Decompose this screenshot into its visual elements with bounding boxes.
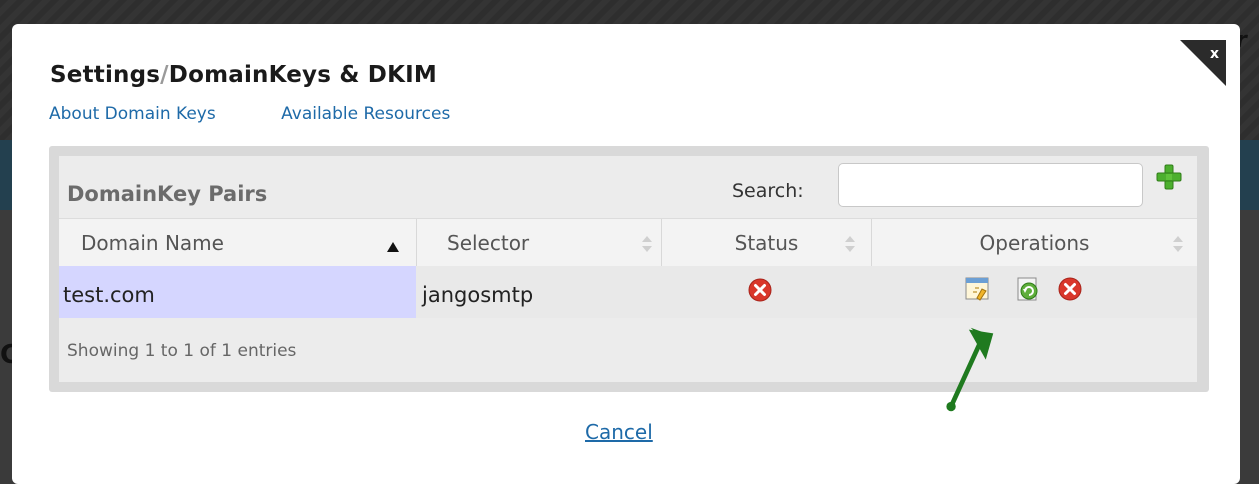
column-header-status[interactable]: Status [661,219,871,267]
cancel-link[interactable]: Cancel [585,420,653,444]
search-input[interactable] [838,163,1143,207]
sort-icon [1173,236,1183,252]
column-label: Selector [447,231,530,255]
column-label: Operations [979,231,1090,255]
column-header-operations[interactable]: Operations [871,219,1197,267]
about-domain-keys-link[interactable]: About Domain Keys [49,104,216,124]
delete-domainkey-button[interactable] [1058,277,1082,301]
annotation-arrow [946,327,994,412]
close-icon: x [1180,40,1226,86]
domainkey-panel: DomainKey Pairs Search: Domain Name Sele… [49,146,1209,392]
cell-selector: jangosmtp [422,283,534,307]
error-circle-icon [748,278,772,302]
edit-key-icon [965,277,989,301]
available-resources-link[interactable]: Available Resources [281,104,450,124]
settings-dialog: x Settings/DomainKeys & DKIM About Domai… [12,24,1240,484]
status-error-icon [748,278,772,302]
delete-icon [1058,277,1082,301]
sort-asc-icon [387,242,399,252]
title-domainkeys: DomainKeys & DKIM [168,62,437,88]
edit-domainkey-button[interactable] [965,276,991,302]
close-button[interactable]: x [1180,40,1226,86]
table-header: Domain Name Selector Status Operations [59,218,1197,268]
dialog-title: Settings/DomainKeys & DKIM [50,62,437,88]
column-label: Domain Name [81,231,224,255]
add-domainkey-button[interactable] [1156,164,1182,190]
panel-title: DomainKey Pairs [67,182,268,206]
title-separator: / [160,62,169,88]
sort-icon [642,236,652,252]
search-label: Search: [732,180,804,202]
table-info: Showing 1 to 1 of 1 entries [67,341,297,361]
refresh-domainkey-button[interactable] [1015,276,1041,302]
svg-text:x: x [1210,46,1219,62]
table-row: test.com jangosmtp [59,266,1197,318]
column-header-domain-name[interactable]: Domain Name [59,219,416,267]
refresh-icon [1017,277,1038,301]
column-header-selector[interactable]: Selector [416,219,661,267]
header-links: About Domain Keys Available Resources [49,104,510,124]
title-settings: Settings [50,62,161,88]
column-label: Status [734,231,799,255]
cell-domain: test.com [59,266,416,318]
sort-icon [845,236,855,252]
plus-icon [1156,164,1182,190]
domainkey-panel-inner: DomainKey Pairs Search: Domain Name Sele… [59,156,1197,382]
